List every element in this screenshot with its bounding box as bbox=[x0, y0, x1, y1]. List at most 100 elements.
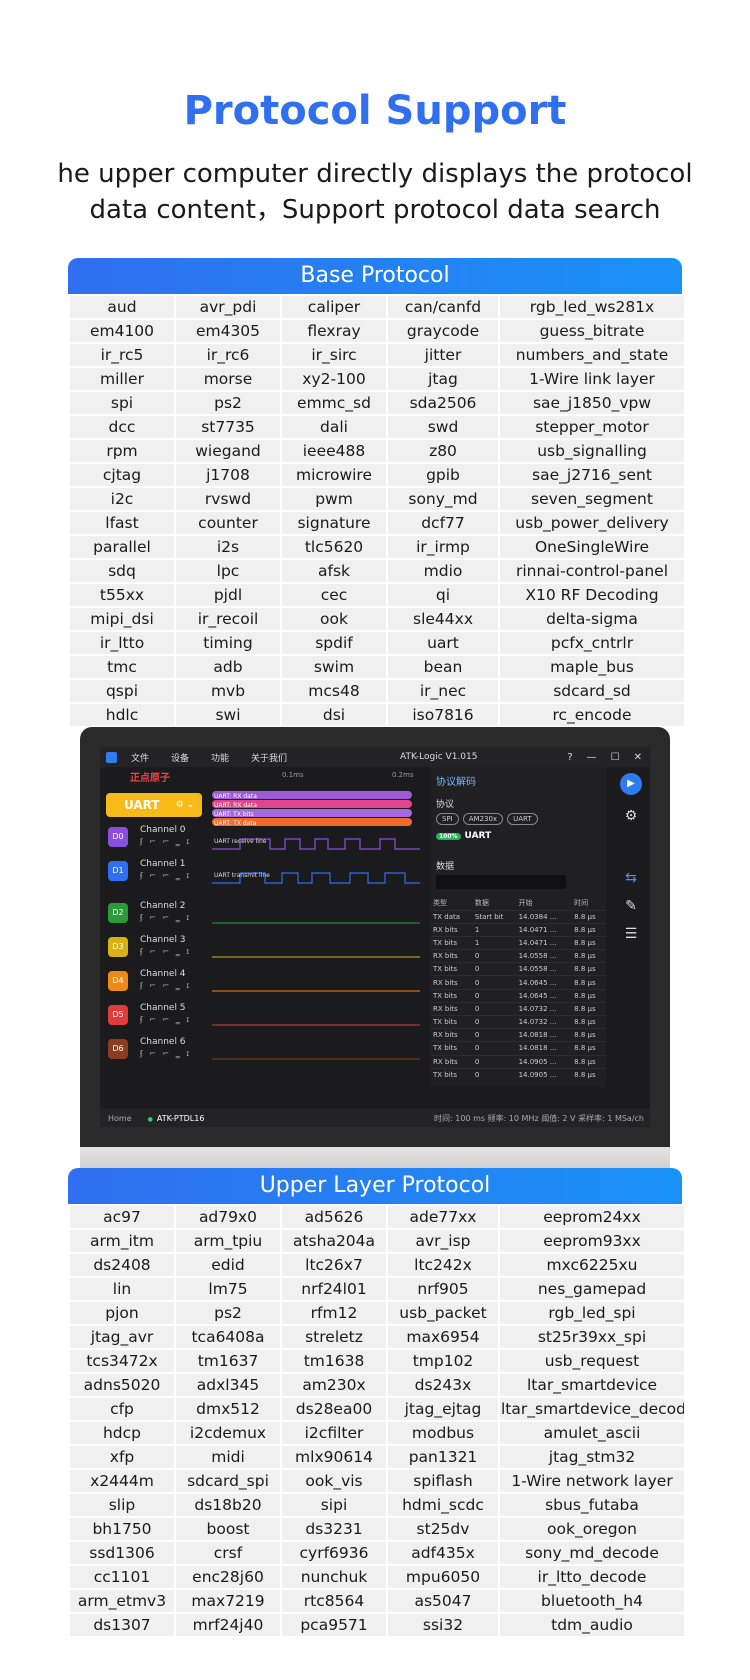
protocol-cell: adxl345 bbox=[176, 1374, 280, 1396]
protocol-cell: ac97 bbox=[70, 1206, 174, 1228]
data-search-input[interactable] bbox=[436, 875, 566, 889]
protocol-cell: ade77xx bbox=[388, 1206, 498, 1228]
channel-badge: D2 bbox=[108, 903, 128, 923]
protocol-cell: em4305 bbox=[176, 320, 280, 342]
protocol-cell: mvb bbox=[176, 680, 280, 702]
channel-row[interactable]: D2 Channel 2 ʄ ⌐ ⌐ ‗ ɪ bbox=[106, 899, 210, 929]
channel-row[interactable]: D4 Channel 4 ʄ ⌐ ⌐ ‗ ɪ bbox=[106, 967, 210, 997]
minimize-icon[interactable]: — bbox=[587, 752, 597, 763]
menu-function[interactable]: 功能 bbox=[211, 751, 229, 764]
table-cell: 14.0558 ... bbox=[515, 962, 572, 976]
protocol-cell: spdif bbox=[282, 632, 386, 654]
edge-trigger-icons[interactable]: ʄ ⌐ ⌐ ‗ ɪ bbox=[140, 837, 191, 846]
device-tab[interactable]: ATK-PTDL16 bbox=[148, 1114, 205, 1123]
protocol-cell: rc_encode bbox=[500, 704, 684, 726]
table-row[interactable]: TX bits 0 14.0645 ... 8.8 μs bbox=[430, 988, 606, 1003]
table-row[interactable]: TX bits 0 14.0905 ... 8.8 μs bbox=[430, 1067, 606, 1082]
ruler-icon[interactable]: ✎ bbox=[620, 895, 642, 917]
table-cell: 14.0905 ... bbox=[515, 1054, 572, 1069]
table-row[interactable]: TX bits 1 14.0471 ... 8.8 μs bbox=[430, 935, 606, 950]
status-bar: Home ATK-PTDL16 时间: 100 ms 频率: 10 MHz 阈值… bbox=[100, 1109, 650, 1127]
channel-badge: D0 bbox=[108, 827, 128, 847]
channel-name: Channel 1 bbox=[140, 859, 186, 869]
channel-row[interactable]: D6 Channel 6 ʄ ⌐ ⌐ ‗ ɪ bbox=[106, 1035, 210, 1065]
table-row[interactable]: RX bits 0 14.0732 ... 8.8 μs bbox=[430, 1001, 606, 1016]
protocol-cell: mipi_dsi bbox=[70, 608, 174, 630]
table-cell: 8.8 μs bbox=[571, 1028, 606, 1042]
table-row: tcs3472x tm1637 tm1638 tmp102 usb_request bbox=[70, 1350, 684, 1372]
channel-row[interactable]: D5 Channel 5 ʄ ⌐ ⌐ ‗ ɪ bbox=[106, 1001, 210, 1031]
table-cell: 0 bbox=[471, 988, 516, 1003]
table-row[interactable]: RX bits 0 14.0645 ... 8.8 μs bbox=[430, 975, 606, 990]
trace-label: UART: RX data bbox=[214, 802, 257, 809]
signal-label: UART transmit line bbox=[214, 872, 270, 879]
protocol-cell: ds243x bbox=[388, 1374, 498, 1396]
channel-row[interactable]: D1 Channel 1 ʄ ⌐ ⌐ ‗ ɪ bbox=[106, 857, 210, 887]
protocol-cell: swd bbox=[388, 416, 498, 438]
close-icon[interactable]: ✕ bbox=[634, 752, 642, 763]
table-row[interactable]: RX bits 1 14.0471 ... 8.8 μs bbox=[430, 922, 606, 937]
menu-about[interactable]: 关于我们 bbox=[251, 751, 287, 764]
protocol-tag[interactable]: AM230x bbox=[462, 813, 504, 825]
protocol-cell: emmc_sd bbox=[282, 392, 386, 414]
protocol-cell: streletz bbox=[282, 1326, 386, 1348]
table-row: ds2408 edid ltc26x7 ltc242x mxc6225xu bbox=[70, 1254, 684, 1276]
table-row: hdcp i2cdemux i2cfilter modbus amulet_ascii bbox=[70, 1422, 684, 1444]
search-list-icon[interactable]: ☰ bbox=[620, 923, 642, 945]
protocol-cell: jtag_ejtag bbox=[388, 1398, 498, 1420]
protocol-cell: ltar_smartdevice_decode bbox=[500, 1398, 684, 1420]
channel-badge: D5 bbox=[108, 1005, 128, 1025]
home-tab[interactable]: Home bbox=[108, 1114, 132, 1123]
protocol-cell: amulet_ascii bbox=[500, 1422, 684, 1444]
edge-trigger-icons[interactable]: ʄ ⌐ ⌐ ‗ ɪ bbox=[140, 871, 191, 880]
protocol-cell: parallel bbox=[70, 536, 174, 558]
table-row: ac97 ad79x0 ad5626 ade77xx eeprom24xx bbox=[70, 1206, 684, 1228]
table-row[interactable]: TX bits 0 14.0818 ... 8.8 μs bbox=[430, 1041, 606, 1056]
table-row: ds1307 mrf24j40 pca9571 ssi32 tdm_audio bbox=[70, 1614, 684, 1636]
gear-icon[interactable]: ⚙ bbox=[620, 805, 642, 827]
protocol-cell: uart bbox=[388, 632, 498, 654]
protocol-cell: nrf24l01 bbox=[282, 1278, 386, 1300]
table-row[interactable]: TX bits 0 14.0732 ... 8.8 μs bbox=[430, 1014, 606, 1029]
protocol-cell: signature bbox=[282, 512, 386, 534]
protocol-tag[interactable]: UART bbox=[507, 813, 538, 825]
decoder-icon[interactable]: ⇆ bbox=[620, 867, 642, 889]
protocol-cell: ir_ltto_decode bbox=[500, 1566, 684, 1588]
protocol-cell: rgb_led_ws281x bbox=[500, 296, 684, 318]
maximize-icon[interactable]: ☐ bbox=[611, 752, 620, 763]
gear-icon[interactable]: ⚙ ⌄ bbox=[176, 800, 195, 810]
page-subtitle: he upper computer directly displays the … bbox=[57, 159, 693, 225]
table-cell: 8.8 μs bbox=[571, 975, 606, 990]
edge-trigger-icons[interactable]: ʄ ⌐ ⌐ ‗ ɪ bbox=[140, 913, 191, 922]
channel-row[interactable]: D3 Channel 3 ʄ ⌐ ⌐ ‗ ɪ bbox=[106, 933, 210, 963]
protocol-tag[interactable]: SPI bbox=[436, 813, 459, 825]
protocol-cell: hdlc bbox=[70, 704, 174, 726]
protocol-cell: dsi bbox=[282, 704, 386, 726]
menu-device[interactable]: 设备 bbox=[171, 751, 189, 764]
protocol-cell: lin bbox=[70, 1278, 174, 1300]
table-row[interactable]: RX bits 0 14.0558 ... 8.8 μs bbox=[430, 949, 606, 963]
protocol-cell: i2c bbox=[70, 488, 174, 510]
protocol-cell: ssd1306 bbox=[70, 1542, 174, 1564]
channel-row[interactable]: D0 Channel 0 ʄ ⌐ ⌐ ‗ ɪ bbox=[106, 823, 210, 853]
table-row[interactable]: TX bits 0 14.0558 ... 8.8 μs bbox=[430, 962, 606, 976]
table-row: xfp midi mlx90614 pan1321 jtag_stm32 bbox=[70, 1446, 684, 1468]
protocol-cell: ir_nec bbox=[388, 680, 498, 702]
waveform-area[interactable]: UART: RX data UART: RX data UART: TX bit… bbox=[210, 787, 422, 1077]
table-row: qspi mvb mcs48 ir_nec sdcard_sd bbox=[70, 680, 684, 702]
uart-decoder-button[interactable]: UART ⚙ ⌄ bbox=[106, 793, 202, 817]
edge-trigger-icons[interactable]: ʄ ⌐ ⌐ ‗ ɪ bbox=[140, 981, 191, 990]
edge-trigger-icons[interactable]: ʄ ⌐ ⌐ ‗ ɪ bbox=[140, 947, 191, 956]
uart-label: UART bbox=[124, 798, 160, 812]
play-icon[interactable]: ▶ bbox=[620, 773, 642, 795]
table-row: ir_ltto timing spdif uart pcfx_cntrlr bbox=[70, 632, 684, 654]
protocol-cell: i2cfilter bbox=[282, 1422, 386, 1444]
help-icon[interactable]: ? bbox=[567, 752, 572, 763]
edge-trigger-icons[interactable]: ʄ ⌐ ⌐ ‗ ɪ bbox=[140, 1015, 191, 1024]
table-row[interactable]: TX data Start bit 14.0384 ... 8.8 μs bbox=[430, 909, 606, 924]
table-row[interactable]: RX bits 0 14.0905 ... 8.8 μs bbox=[430, 1054, 606, 1069]
table-row[interactable]: RX bits 0 14.0818 ... 8.8 μs bbox=[430, 1028, 606, 1042]
menu-file[interactable]: 文件 bbox=[131, 751, 149, 764]
edge-trigger-icons[interactable]: ʄ ⌐ ⌐ ‗ ɪ bbox=[140, 1049, 191, 1058]
protocol-cell: midi bbox=[176, 1446, 280, 1468]
